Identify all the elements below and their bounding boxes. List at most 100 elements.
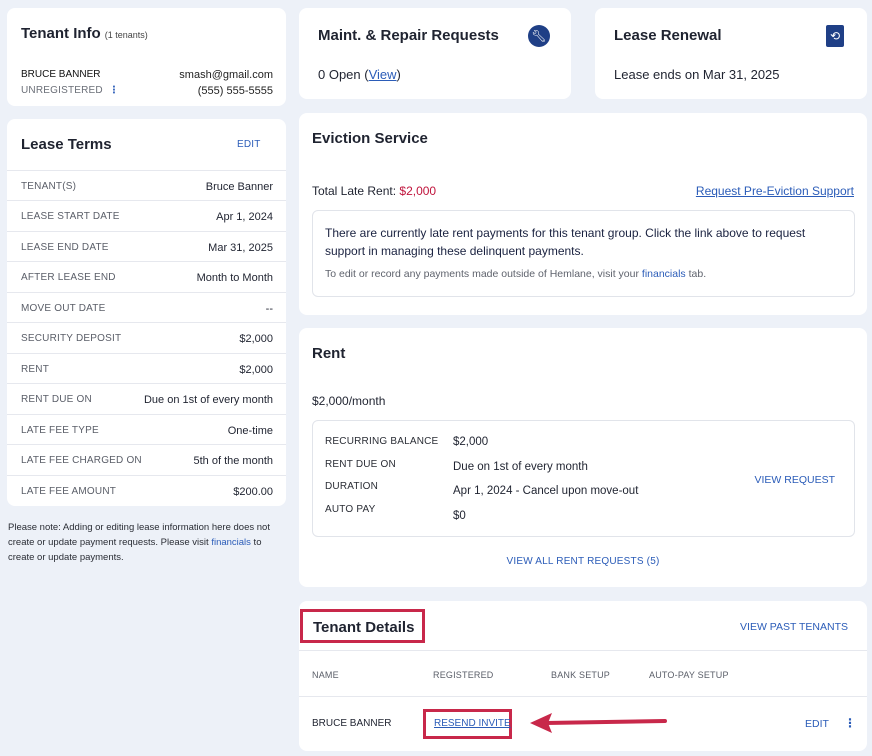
rent-detail-value: Due on 1st of every month: [453, 461, 588, 473]
rent-detail-value: $0: [453, 510, 466, 522]
tenant-phone: (555) 555-5555: [197, 85, 273, 97]
lease-term-key: LEASE START DATE: [21, 211, 120, 222]
maintenance-open-count: 0 Open (View): [318, 67, 401, 82]
maintenance-close-paren: ): [396, 67, 401, 82]
lease-terms-card: Lease Terms EDIT TENANT(S) Bruce Banner L…: [7, 119, 286, 506]
rent-detail-key: AUTO PAY: [325, 504, 376, 515]
rent-detail-key: RECURRING BALANCE: [325, 436, 439, 447]
resend-invite-link[interactable]: RESEND INVITE: [434, 718, 511, 729]
tenant-more-icon[interactable]: ⋮: [109, 85, 119, 96]
lease-term-row: LATE FEE CHARGED ON 5th of the month: [7, 444, 286, 475]
lease-term-value: $2,000: [239, 364, 273, 376]
arrow-shaft: [544, 719, 667, 725]
rent-detail-value: $2,000: [453, 436, 489, 448]
lease-term-key: LEASE END DATE: [21, 242, 109, 253]
late-rent-subnote: To edit or record any payments made outs…: [325, 268, 706, 280]
tenant-name: BRUCE BANNER: [21, 69, 101, 80]
lease-terms-edit-button[interactable]: EDIT: [237, 139, 261, 150]
lease-term-key: MOVE OUT DATE: [21, 303, 106, 314]
lease-term-row: MOVE OUT DATE --: [7, 292, 286, 323]
column-header-autopay-setup: AUTO-PAY SETUP: [649, 670, 729, 680]
tenant-count: (1 tenants): [104, 30, 148, 40]
lease-term-value: One-time: [227, 425, 273, 437]
lease-term-row: LATE FEE TYPE One-time: [7, 414, 286, 445]
lease-term-row: LEASE START DATE Apr 1, 2024: [7, 200, 286, 231]
lease-term-key: LATE FEE TYPE: [21, 425, 99, 436]
lease-term-value: 5th of the month: [193, 455, 274, 467]
lease-term-key: LATE FEE AMOUNT: [21, 486, 117, 497]
lease-term-key: RENT: [21, 364, 50, 375]
total-late-rent: Total Late Rent: $2,000: [312, 184, 436, 198]
lease-term-key: SECURITY DEPOSIT: [21, 333, 122, 344]
maintenance-open-text: 0 Open (: [318, 67, 369, 82]
lease-term-value: Mar 31, 2025: [208, 242, 273, 254]
view-past-tenants-link[interactable]: VIEW PAST TENANTS: [740, 621, 848, 633]
lease-term-row: SECURITY DEPOSIT $2,000: [7, 322, 286, 353]
view-all-rent-requests-link[interactable]: VIEW ALL RENT REQUESTS (5): [299, 556, 867, 567]
rent-title: Rent: [312, 345, 346, 362]
rent-request-box: RECURRING BALANCE $2,000 RENT DUE ON Due…: [312, 420, 855, 537]
tenant-details-title: Tenant Details: [313, 619, 415, 636]
lease-term-key: RENT DUE ON: [21, 394, 92, 405]
column-header-bank-setup: BANK SETUP: [551, 670, 611, 680]
lease-term-key: AFTER LEASE END: [21, 272, 116, 283]
financials-link[interactable]: financials: [211, 537, 251, 548]
tenant-row-more-icon[interactable]: ⋮: [844, 716, 856, 730]
eviction-service-card: Eviction Service Total Late Rent: $2,000…: [299, 113, 867, 315]
lease-term-value: --: [265, 303, 273, 315]
tenant-row-name: BRUCE BANNER: [312, 718, 392, 729]
maintenance-title: Maint. & Repair Requests: [318, 27, 499, 44]
lease-term-key: TENANT(S): [21, 181, 77, 192]
tenant-info-title: Tenant Info (1 tenants): [21, 25, 148, 42]
rent-per-month: $2,000/month: [312, 394, 386, 408]
late-rent-amount: $2,000: [399, 184, 437, 198]
annotation-arrow-icon: [530, 713, 667, 733]
rent-detail-key: RENT DUE ON: [325, 459, 396, 470]
lease-term-value: Apr 1, 2024: [216, 211, 273, 223]
financials-tab-link[interactable]: financials: [642, 268, 686, 280]
lease-term-row: TENANT(S) Bruce Banner: [7, 170, 286, 201]
lease-note: Please note: Adding or editing lease inf…: [8, 520, 288, 565]
lease-term-row: AFTER LEASE END Month to Month: [7, 261, 286, 292]
lease-renewal-card: Lease Renewal ⟲ Lease ends on Mar 31, 20…: [595, 8, 867, 99]
tenant-details-highlight: Tenant Details: [300, 609, 425, 643]
tenant-row-edit-button[interactable]: EDIT: [805, 718, 829, 730]
renew-document-icon[interactable]: ⟲: [826, 25, 844, 47]
lease-term-value: Month to Month: [196, 272, 273, 284]
late-rent-notice: There are currently late rent payments f…: [312, 210, 855, 297]
lease-term-row: LEASE END DATE Mar 31, 2025: [7, 231, 286, 262]
column-header-name: NAME: [312, 670, 339, 680]
rent-detail-value: Apr 1, 2024 - Cancel upon move-out: [453, 485, 639, 497]
subnote-text-end: tab.: [685, 268, 707, 280]
rent-detail-key: DURATION: [325, 481, 379, 492]
rent-card: Rent $2,000/month RECURRING BALANCE $2,0…: [299, 328, 867, 587]
lease-terms-title: Lease Terms: [21, 136, 112, 153]
tenant-info-title-text: Tenant Info: [21, 25, 101, 42]
eviction-title: Eviction Service: [312, 130, 428, 147]
lease-term-value: Bruce Banner: [205, 181, 273, 193]
resend-invite-highlight: RESEND INVITE: [423, 709, 512, 739]
divider: [299, 696, 867, 697]
divider: [299, 650, 867, 651]
late-rent-message: There are currently late rent payments f…: [325, 226, 806, 258]
maintenance-card: Maint. & Repair Requests 🔧︎ 0 Open (View…: [299, 8, 571, 99]
lease-term-value: Due on 1st of every month: [143, 394, 273, 406]
lease-renewal-title: Lease Renewal: [614, 27, 722, 44]
tenant-status: UNREGISTERED ⋮: [21, 85, 119, 96]
lease-term-row: RENT DUE ON Due on 1st of every month: [7, 383, 286, 414]
tenant-email: smash@gmail.com: [179, 69, 273, 81]
lease-term-value: $2,000: [239, 333, 273, 345]
view-request-button[interactable]: VIEW REQUEST: [754, 474, 835, 486]
maintenance-view-link[interactable]: View: [369, 67, 397, 82]
lease-term-row: RENT $2,000: [7, 353, 286, 384]
subnote-text: To edit or record any payments made outs…: [325, 268, 642, 280]
lease-term-row: LATE FEE AMOUNT $200.00: [7, 475, 286, 506]
tenant-info-card: Tenant Info (1 tenants) BRUCE BANNER smas…: [7, 8, 286, 106]
lease-ends-text: Lease ends on Mar 31, 2025: [614, 67, 780, 82]
late-rent-label: Total Late Rent:: [312, 184, 400, 198]
tenant-status-text: UNREGISTERED: [21, 85, 103, 96]
wrench-icon[interactable]: 🔧︎: [528, 25, 550, 47]
lease-term-value: $200.00: [233, 486, 273, 498]
lease-term-key: LATE FEE CHARGED ON: [21, 455, 142, 466]
request-pre-eviction-link[interactable]: Request Pre-Eviction Support: [696, 184, 854, 198]
